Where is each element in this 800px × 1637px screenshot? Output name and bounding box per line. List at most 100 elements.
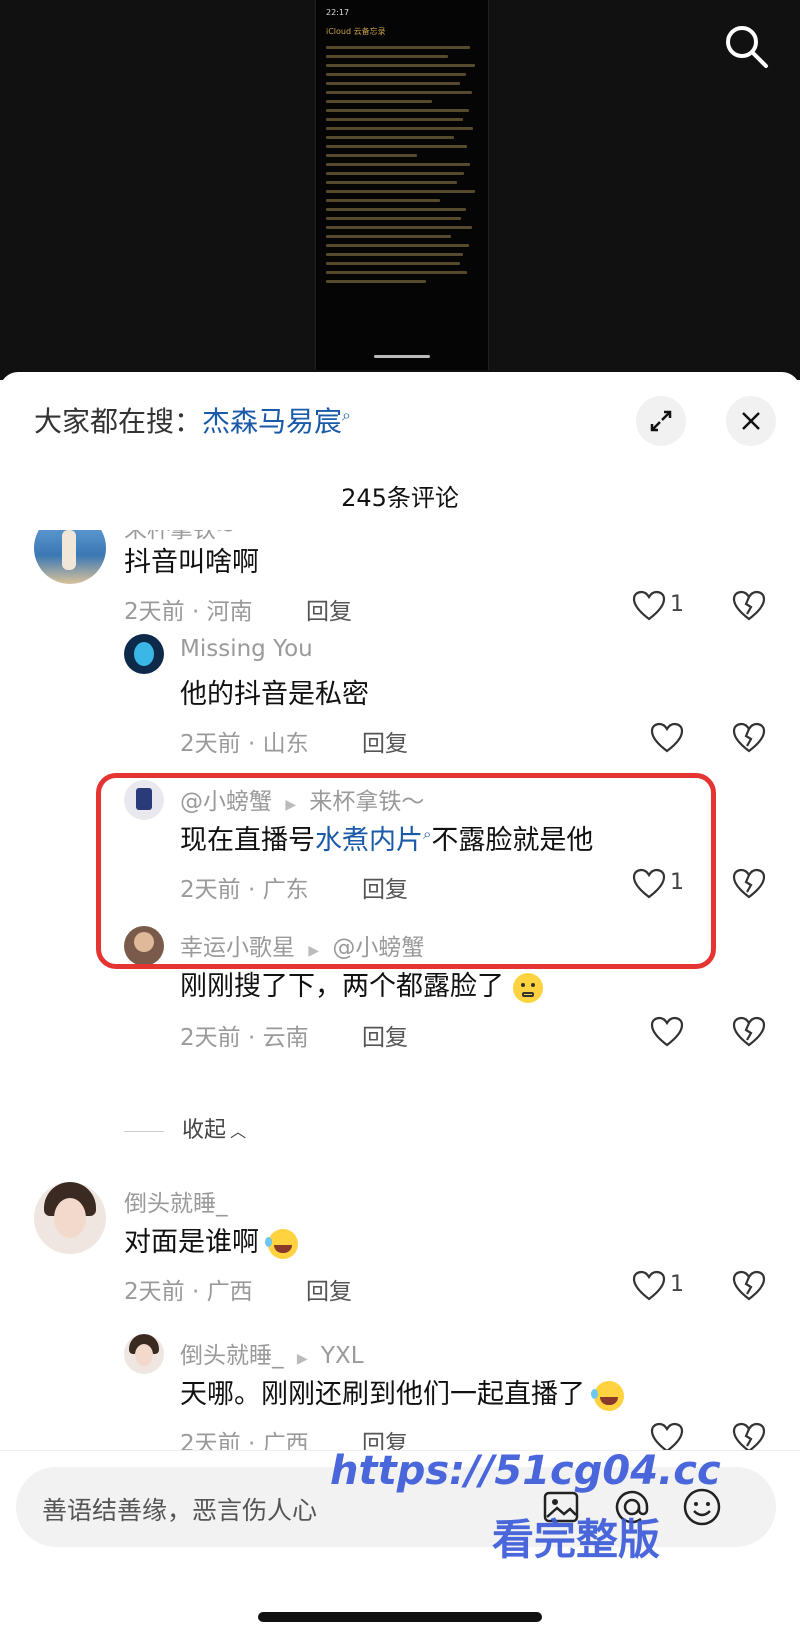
heart-icon — [632, 590, 666, 621]
like-count: 1 — [670, 1272, 684, 1297]
dislike-button[interactable] — [732, 722, 766, 754]
cold-sweat-emoji-icon — [512, 972, 543, 1003]
like-button[interactable] — [650, 1422, 710, 1450]
search-small-icon: ⌕ — [342, 405, 351, 425]
video-preview-area[interactable]: 22:17 iCloud 云备忘录 — [0, 0, 800, 380]
phone-notes-title: iCloud 云备忘录 — [326, 27, 386, 36]
expand-icon — [650, 410, 672, 432]
comment-text: 对面是谁啊 — [124, 1220, 298, 1259]
comment-author[interactable]: 幸运小歌星 — [180, 935, 295, 961]
comment-list[interactable]: 来杯拿铁~ 抖音叫啥啊 2天前 · 河南 回复 1 Missing You 他的… — [0, 530, 800, 1450]
avatar[interactable] — [124, 1334, 164, 1374]
close-icon — [742, 412, 760, 430]
comment-text: 天哪。刚刚还刷到他们一起直播了 — [180, 1372, 624, 1411]
hot-search-keyword[interactable]: 杰森马易宸 — [202, 405, 342, 438]
avatar[interactable] — [34, 530, 106, 584]
home-indicator[interactable] — [258, 1612, 542, 1622]
broken-heart-icon — [732, 590, 766, 621]
comment-text: 现在直播号水煮内片⌕不露脸就是他 — [180, 818, 593, 857]
phone-home-indicator — [374, 355, 430, 358]
like-count: 1 — [670, 870, 684, 895]
hot-search-banner[interactable]: 大家都在搜：杰森马易宸⌕ — [34, 400, 351, 440]
rofl-emoji-icon — [590, 1380, 624, 1411]
reply-button[interactable]: 回复 — [362, 870, 408, 904]
phone-time: 22:17 — [326, 8, 350, 17]
dislike-button[interactable] — [732, 1016, 766, 1048]
broken-heart-icon — [732, 1270, 766, 1301]
comment-meta: 2天前 · 云南 — [180, 1025, 309, 1051]
heart-icon — [650, 1016, 684, 1047]
comment-text: 抖音叫啥啊 — [124, 547, 259, 578]
broken-heart-icon — [732, 1016, 766, 1047]
comment-text-part: 现在直播号 — [180, 825, 315, 856]
watermark-url: https://51cg04.cc — [330, 1448, 721, 1494]
comment-author-line: @小螃蟹 ▶ 来杯拿铁～ — [180, 782, 424, 816]
comment-text-part: 不露脸就是他 — [431, 825, 594, 856]
chevron-up-icon: ︿ — [230, 1122, 247, 1141]
collapse-replies-button[interactable]: 收起 ︿ — [124, 1112, 246, 1144]
comment-author-line: 幸运小歌星 ▶ @小螃蟹 — [180, 928, 424, 962]
comment-author[interactable]: 倒头就睡_ — [124, 1184, 228, 1218]
heart-icon — [650, 722, 684, 753]
comment-meta: 2天前 · 广西 — [180, 1431, 309, 1450]
comment-meta: 2天前 · 山东 — [180, 731, 309, 757]
hot-search-prefix: 大家都在搜： — [34, 405, 203, 438]
like-count: 1 — [670, 592, 684, 617]
comment-input-placeholder: 善语结善缘，恶言伤人心 — [42, 1496, 318, 1525]
reply-arrow-icon: ▶ — [308, 943, 320, 959]
reply-button[interactable]: 回复 — [362, 1424, 408, 1450]
heart-icon — [632, 868, 666, 899]
search-keyword-link[interactable]: 水煮内片 — [315, 825, 423, 856]
phone-status-bar: 22:17 — [326, 8, 478, 18]
comment-text-part: 天哪。刚刚还刷到他们一起直播了 — [180, 1379, 585, 1410]
comment-meta: 2天前 · 广西 — [124, 1279, 253, 1305]
collapse-label: 收起 — [182, 1118, 227, 1143]
like-button[interactable]: 1 — [632, 1270, 692, 1302]
phone-screenshot-preview: 22:17 iCloud 云备忘录 — [315, 0, 489, 370]
reply-arrow-icon: ▶ — [285, 797, 297, 813]
reply-target[interactable]: 来杯拿铁～ — [309, 789, 424, 815]
reply-button[interactable]: 回复 — [362, 724, 408, 758]
rofl-emoji-icon — [264, 1228, 298, 1259]
like-button[interactable]: 1 — [632, 590, 692, 622]
broken-heart-icon — [732, 868, 766, 899]
search-icon[interactable] — [722, 22, 770, 70]
dislike-button[interactable] — [732, 1422, 766, 1450]
reply-target[interactable]: YXL — [321, 1343, 364, 1369]
close-button[interactable] — [726, 396, 776, 446]
avatar[interactable] — [124, 780, 164, 820]
heart-icon — [632, 1270, 666, 1301]
reply-arrow-icon: ▶ — [296, 1351, 308, 1367]
comment-author-line: 倒头就睡_ ▶ YXL — [180, 1336, 364, 1370]
comment-meta: 2天前 · 广东 — [180, 877, 309, 903]
reply-target[interactable]: @小螃蟹 — [332, 935, 424, 961]
comment-meta: 2天前 · 河南 — [124, 599, 253, 625]
reply-button[interactable]: 回复 — [362, 1018, 408, 1052]
expand-button[interactable] — [636, 396, 686, 446]
phone-text-lines — [326, 40, 478, 289]
comment-author[interactable]: 倒头就睡_ — [180, 1343, 284, 1369]
avatar[interactable] — [124, 634, 164, 674]
comment-text: 刚刚搜了下，两个都露脸了 — [180, 964, 543, 1003]
avatar[interactable] — [34, 1182, 106, 1254]
broken-heart-icon — [732, 1422, 766, 1450]
comment-author[interactable]: Missing You — [180, 636, 313, 662]
comment-author[interactable]: @小螃蟹 — [180, 789, 272, 815]
like-button[interactable] — [650, 722, 710, 754]
dislike-button[interactable] — [732, 868, 766, 900]
reply-button[interactable]: 回复 — [306, 1272, 352, 1306]
comment-text: 他的抖音是私密 — [180, 679, 369, 710]
divider — [124, 1130, 164, 1132]
like-button[interactable]: 1 — [632, 868, 692, 900]
broken-heart-icon — [732, 722, 766, 753]
comment-text-part: 刚刚搜了下，两个都露脸了 — [180, 971, 504, 1002]
avatar[interactable] — [124, 926, 164, 966]
watermark-label: 看完整版 — [492, 1515, 661, 1564]
like-button[interactable] — [650, 1016, 710, 1048]
reply-button[interactable]: 回复 — [306, 592, 352, 626]
dislike-button[interactable] — [732, 1270, 766, 1302]
heart-icon — [650, 1422, 684, 1450]
comment-count: 245条评论 — [341, 484, 459, 512]
comment-text-part: 对面是谁啊 — [124, 1227, 259, 1258]
dislike-button[interactable] — [732, 590, 766, 622]
